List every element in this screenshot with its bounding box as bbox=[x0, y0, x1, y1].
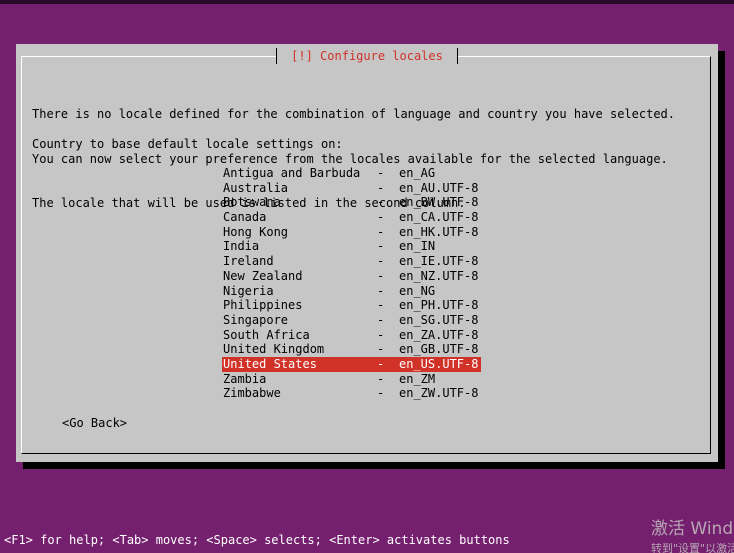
locale-option[interactable]: Australia - en_AU.UTF-8 bbox=[222, 181, 481, 196]
locale-code: en_US.UTF-8 bbox=[399, 356, 479, 371]
locale-separator: - bbox=[377, 166, 385, 180]
locale-separator: - bbox=[377, 342, 385, 357]
locale-option[interactable]: Philippines - en_PH.UTF-8 bbox=[222, 298, 481, 313]
locale-country: Nigeria bbox=[223, 283, 274, 298]
locale-separator: - bbox=[377, 312, 385, 327]
locale-separator: - bbox=[377, 210, 385, 225]
locale-country: Ireland bbox=[223, 254, 274, 269]
locale-country: Botswana bbox=[223, 195, 281, 210]
locale-option[interactable]: Botswana - en_BW.UTF-8 bbox=[222, 195, 481, 210]
locale-option[interactable]: Ireland - en_IE.UTF-8 bbox=[222, 254, 481, 269]
locale-country: India bbox=[223, 239, 260, 254]
locale-code: en_ZA.UTF-8 bbox=[399, 327, 479, 342]
locale-option[interactable]: Canada - en_CA.UTF-8 bbox=[222, 210, 481, 225]
locale-code: en_IE.UTF-8 bbox=[399, 254, 479, 269]
locale-code: en_PH.UTF-8 bbox=[399, 298, 479, 313]
locale-country: Australia bbox=[223, 180, 289, 195]
locale-country: Zambia bbox=[223, 371, 267, 386]
locale-code: en_ZM bbox=[399, 371, 436, 386]
locale-separator: - bbox=[377, 224, 385, 239]
locale-code: en_NZ.UTF-8 bbox=[399, 268, 479, 283]
locale-code: en_ZW.UTF-8 bbox=[399, 386, 479, 401]
help-line: <F1> for help; <Tab> moves; <Space> sele… bbox=[4, 533, 510, 547]
locale-option[interactable]: Nigeria - en_NG bbox=[222, 284, 481, 299]
locale-separator: - bbox=[377, 386, 385, 401]
locale-option[interactable]: New Zealand - en_NZ.UTF-8 bbox=[222, 269, 481, 284]
locale-option[interactable]: Zambia - en_ZM bbox=[222, 372, 481, 387]
screen-top-strip bbox=[0, 0, 734, 4]
locale-code: en_NG bbox=[399, 283, 436, 298]
locale-country: Hong Kong bbox=[223, 224, 289, 239]
configure-locales-dialog: [!] Configure locales There is no locale… bbox=[16, 44, 718, 462]
locale-option[interactable]: United Kingdom - en_GB.UTF-8 bbox=[222, 342, 481, 357]
locale-country: United Kingdom bbox=[223, 342, 325, 357]
country-prompt: Country to base default locale settings … bbox=[32, 137, 343, 151]
locale-option[interactable]: Singapore - en_SG.UTF-8 bbox=[222, 313, 481, 328]
locale-list: Antigua and Barbuda - en_AG Australia - en_AU… bbox=[222, 166, 481, 401]
locale-separator: - bbox=[377, 283, 385, 298]
locale-option[interactable]: Zimbabwe - en_ZW.UTF-8 bbox=[222, 386, 481, 401]
locale-separator: - bbox=[377, 268, 385, 283]
intro-line: There is no locale defined for the combi… bbox=[32, 107, 675, 122]
locale-country: Zimbabwe bbox=[223, 386, 281, 401]
locale-country: Antigua and Barbuda bbox=[223, 166, 361, 180]
locale-code: en_AU.UTF-8 bbox=[399, 180, 479, 195]
locale-code: en_GB.UTF-8 bbox=[399, 342, 479, 357]
locale-code: en_SG.UTF-8 bbox=[399, 312, 479, 327]
locale-country: United States bbox=[223, 356, 317, 371]
locale-country: Canada bbox=[223, 210, 267, 225]
locale-separator: - bbox=[377, 239, 385, 254]
dialog-title: [!] Configure locales bbox=[276, 48, 458, 64]
locale-separator: - bbox=[377, 371, 385, 386]
locale-separator: - bbox=[377, 254, 385, 269]
locale-code: en_IN bbox=[399, 239, 436, 254]
locale-country: Singapore bbox=[223, 312, 289, 327]
intro-line: You can now select your preference from … bbox=[32, 151, 668, 166]
locale-code: en_BW.UTF-8 bbox=[399, 195, 479, 210]
activation-watermark: 激活 Windows bbox=[651, 519, 734, 539]
locale-option[interactable]: South Africa - en_ZA.UTF-8 bbox=[222, 328, 481, 343]
locale-option[interactable]: Antigua and Barbuda - en_AG bbox=[222, 166, 481, 181]
locale-separator: - bbox=[377, 195, 385, 210]
locale-option[interactable]: Hong Kong - en_HK.UTF-8 bbox=[222, 225, 481, 240]
locale-code: en_HK.UTF-8 bbox=[399, 224, 479, 239]
locale-country: South Africa bbox=[223, 327, 310, 342]
locale-separator: - bbox=[377, 327, 385, 342]
activation-watermark-subtext: 转到"设置"以激活 Windows。 bbox=[651, 543, 734, 553]
locale-country: Philippines bbox=[223, 298, 303, 313]
locale-separator: - bbox=[377, 180, 385, 195]
locale-option[interactable]: India - en_IN bbox=[222, 239, 481, 254]
locale-option[interactable]: United States - en_US.UTF-8 bbox=[222, 356, 481, 372]
locale-separator: - bbox=[377, 356, 385, 371]
locale-code: en_AG bbox=[399, 166, 436, 180]
locale-separator: - bbox=[377, 298, 385, 313]
locale-code: en_CA.UTF-8 bbox=[399, 210, 479, 225]
locale-country: New Zealand bbox=[223, 268, 303, 283]
go-back-button[interactable]: <Go Back> bbox=[62, 416, 127, 431]
